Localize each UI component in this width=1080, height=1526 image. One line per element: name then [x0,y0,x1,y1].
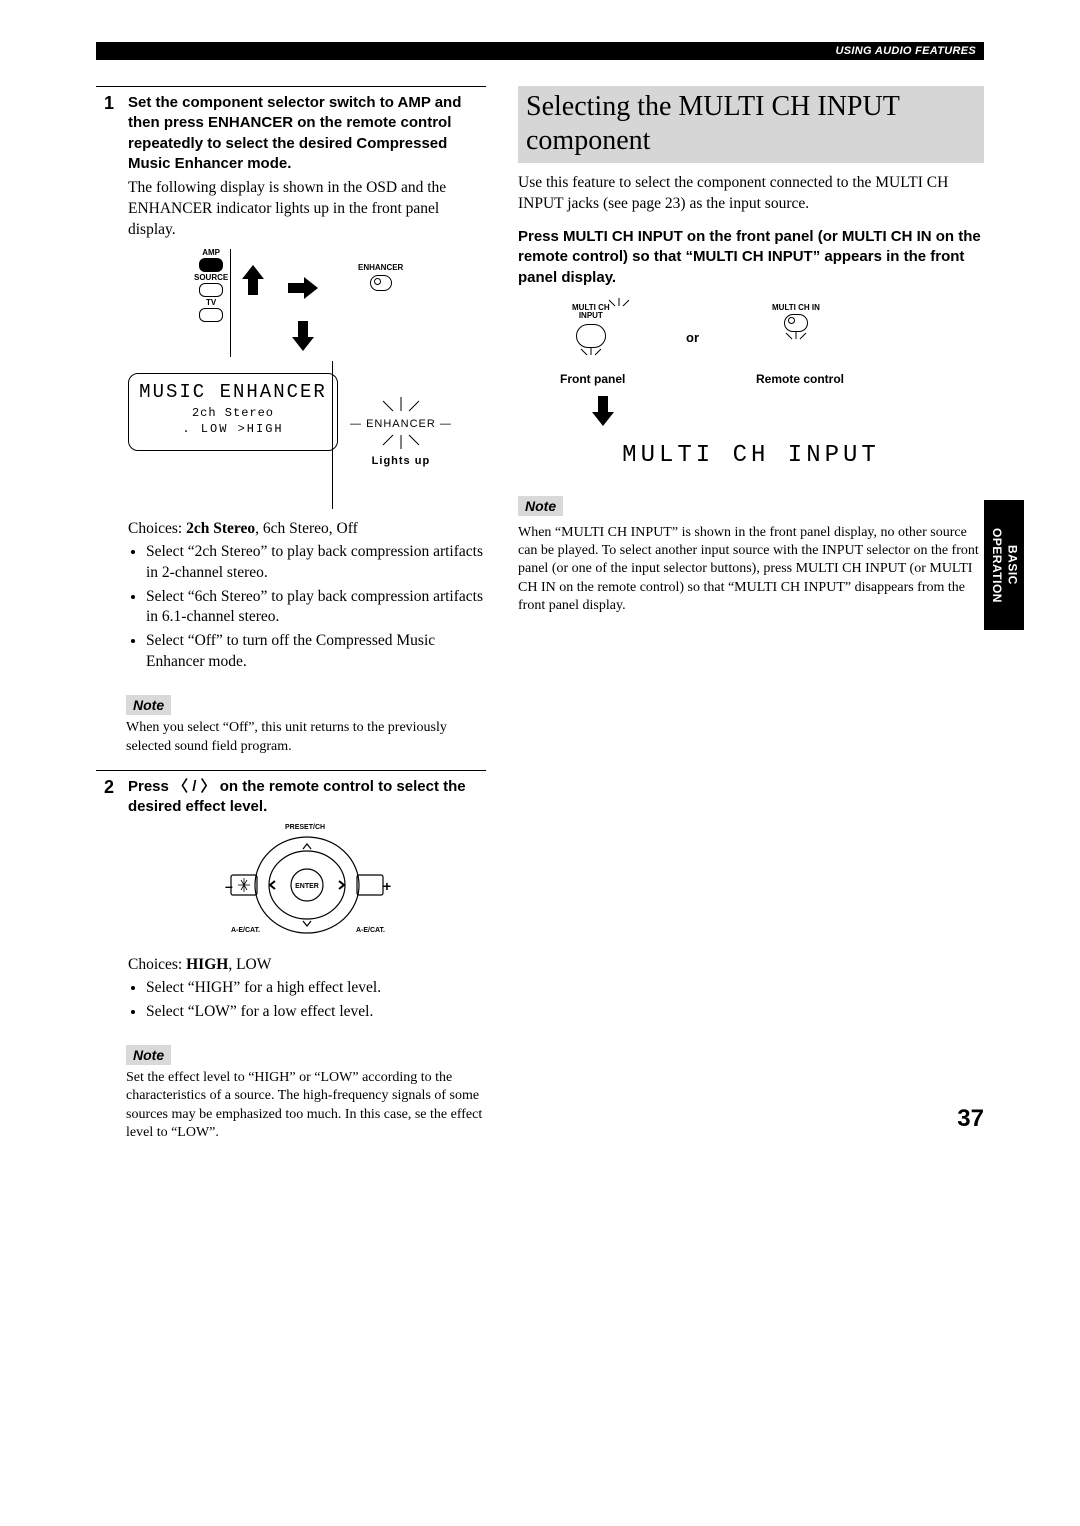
step-2-number: 2 [96,777,114,1033]
step2-bullet-1: Select “HIGH” for a high effect level. [146,978,486,999]
selector-button-tv [199,308,223,322]
osd-line3: . LOW >HIGH [139,422,327,438]
right-note-label: Note [518,496,563,516]
angle-left-icon: 〈 [173,778,188,795]
enhancer-led: — ENHANCER — Lights up [350,397,452,468]
choices2-bold: HIGH [186,956,228,973]
selector-button-source [199,283,223,297]
arrow-down-icon [286,319,320,353]
right-column: Selecting the MULTI CH INPUT component U… [518,86,984,1142]
angle-right-icon: 〉 [201,778,216,795]
dpad-label-left: A-E/CAT. [231,926,260,935]
osd-line2: 2ch Stereo [139,406,327,422]
step2-rule [96,770,486,771]
diagram-divider [230,249,231,357]
dpad-label-minus: – [225,877,233,895]
multich-round-icon-front [576,324,606,348]
step1-note-text: When you select “Off”, this unit returns… [96,719,486,755]
step1-bullet-3: Select “Off” to turn off the Compressed … [146,631,486,673]
press-lines-front-icon [578,346,604,364]
lights-up-label: Lights up [350,454,452,468]
left-column: 1 Set the component selector switch to A… [96,86,486,1142]
right-intro: Use this feature to select the component… [518,173,984,215]
step1-bullet-list: Select “2ch Stereo” to play back compres… [128,542,486,674]
step1-bullet-2: Select “6ch Stereo” to play back compres… [146,587,486,629]
step1-note-wrap: Note [96,689,486,719]
right-instruction: Press MULTI CH INPUT on the front panel … [518,227,984,288]
step-1-body: Set the component selector switch to AMP… [128,93,486,683]
multich-diagram: MULTI CH INPUT or MULTI CH IN [518,300,984,480]
selector-label-amp: AMP [194,249,228,257]
enhancer-button-icon [370,275,392,291]
dpad-label-top: PRESET/CH [285,823,325,832]
dpad-diagram: PRESET/CH – + A-E/CAT. A-E/CAT. [227,825,387,945]
choices-rest: , 6ch Stereo, Off [255,520,358,537]
section-header-bar: USING AUDIO FEATURES [96,42,984,60]
step2-note-text: Set the effect level to “HIGH” or “LOW” … [96,1069,486,1142]
choices-bold: 2ch Stereo [186,520,255,537]
enhancer-button: ENHANCER [358,263,403,291]
page: USING AUDIO FEATURES 1 Set the component… [0,0,1080,1184]
step-2-body: Press 〈 / 〉 on the remote control to sel… [128,777,486,1033]
step1-note-label: Note [126,695,171,715]
side-tab-label: BASIC OPERATION [988,528,1019,603]
dpad-label-right: A-E/CAT. [356,926,385,935]
choices-prefix: Choices: [128,520,186,537]
enhancer-led-label: ENHANCER [366,418,436,430]
multich-button-front: MULTI CH INPUT [572,304,610,366]
dpad-enter-label: ENTER [295,883,319,890]
step-2-heading: Press 〈 / 〉 on the remote control to sel… [128,777,486,818]
step2-heading-pre: Press [128,778,173,795]
led-rays-top-icon [371,397,431,415]
step2-bullet-2: Select “LOW” for a low effect level. [146,1002,486,1023]
content-columns: 1 Set the component selector switch to A… [96,86,984,1142]
choices2-rest: , LOW [228,956,271,973]
step1-rule [96,86,486,87]
section-header-text: USING AUDIO FEATURES [836,44,976,58]
selector-switch: AMP SOURCE TV [194,249,228,324]
multich-round-icon-remote [784,314,808,332]
multich-caption-front: Front panel [560,372,625,388]
step2-bullet-list: Select “HIGH” for a high effect level. S… [128,978,486,1023]
step2-note-wrap: Note [96,1039,486,1069]
arrow-up-icon [236,263,270,297]
step-1-desc: The following display is shown in the OS… [128,178,486,241]
led-rays-bottom-icon [371,431,431,449]
right-note-text: When “MULTI CH INPUT” is shown in the fr… [518,524,984,615]
page-number: 37 [957,1103,984,1134]
step2-choices: Choices: HIGH, LOW [128,955,486,976]
step-2: 2 Press 〈 / 〉 on the remote control to s… [96,777,486,1033]
multich-display-text: MULTI CH INPUT [526,440,976,471]
multich-button-front-label: MULTI CH INPUT [572,304,610,320]
step1-bullet-1: Select “2ch Stereo” to play back compres… [146,542,486,584]
multich-button-remote-label: MULTI CH IN [772,304,820,312]
multich-or: or [686,330,699,347]
enhancer-diagram: AMP SOURCE TV [128,249,486,509]
step1-choices: Choices: 2ch Stereo, 6ch Stereo, Off [128,519,486,540]
step-1-number: 1 [96,93,114,683]
osd-line1: MUSIC ENHANCER [139,380,327,405]
selector-label-tv: TV [194,299,228,307]
multich-button-remote: MULTI CH IN [772,304,820,350]
arrow-right-icon [286,271,320,305]
step-1-heading: Set the component selector switch to AMP… [128,93,486,174]
enhancer-button-label: ENHANCER [358,263,403,272]
selector-label-source: SOURCE [194,274,228,282]
osd-display: MUSIC ENHANCER 2ch Stereo . LOW >HIGH [128,373,338,451]
multich-arrow-down-icon [586,394,620,428]
selector-button-amp [199,258,223,272]
side-tab: BASIC OPERATION [984,500,1024,630]
dpad-label-plus: + [383,877,391,895]
multich-caption-remote: Remote control [756,372,844,388]
step2-note-label: Note [126,1045,171,1065]
section-title: Selecting the MULTI CH INPUT component [518,86,984,163]
step-1: 1 Set the component selector switch to A… [96,93,486,683]
press-lines-remote-icon [783,330,809,348]
choices2-prefix: Choices: [128,956,186,973]
